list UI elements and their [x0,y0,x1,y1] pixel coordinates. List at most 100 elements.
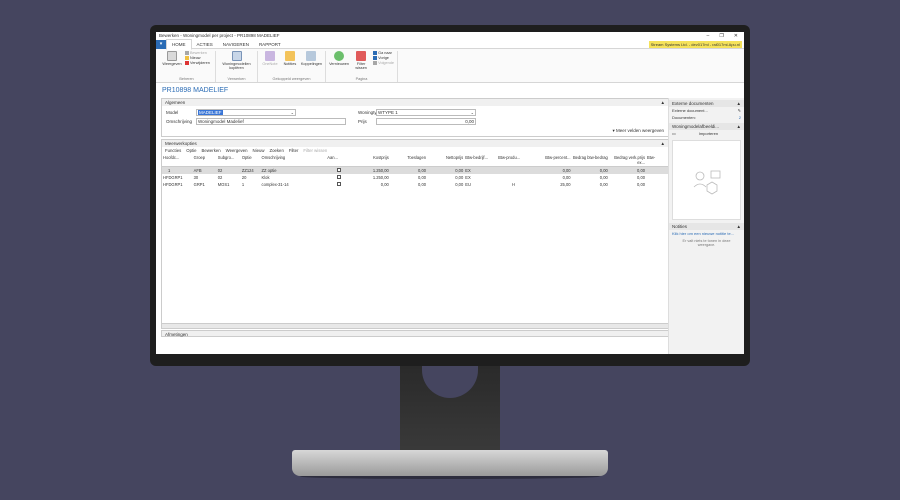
ribbon-group-pagina: Vernieuwen Filter wissen Ga naar Vorige … [326,51,398,82]
column-header[interactable]: Subgro... [216,154,241,167]
ribbon-group-gekoppeld: OneNote Notities Koppelingen Gekoppeld w… [258,51,326,82]
documents-row[interactable]: Documenten: 2 [669,114,744,121]
file-menu-button[interactable]: ▾ [156,39,166,49]
clear-filter-icon [356,51,367,61]
window-controls: – ❐ ✕ [707,32,738,40]
column-header[interactable]: Btw- [646,154,668,167]
column-header[interactable]: Nettoprijs [427,154,465,167]
minimize-button[interactable]: – [707,32,710,40]
ribbon-group-label: Verwerken [227,77,246,81]
collapse-icon[interactable]: ▲ [737,100,741,107]
tab-acties[interactable]: ACTIES [192,40,218,49]
column-header[interactable]: Bedrag verk.prijs ex... [608,154,646,167]
ext-docs-header[interactable]: Externe documenten ▲ [669,100,744,107]
checkbox[interactable] [337,181,342,186]
collapse-icon[interactable]: ▲ [661,99,665,106]
functies-menu[interactable]: Functies [165,147,181,154]
column-header[interactable]: Omschrijving [260,154,327,167]
column-header[interactable]: Btw-produ... [497,154,530,167]
meerwerk-header[interactable]: Meerwerkopties ▲ [162,140,668,147]
general-fasttab: Algemeen ▲ Model MADELIEF ⌄ Woningtype WT… [161,98,669,137]
ribbon-group-label: Pagina [355,77,368,81]
woningtype-field[interactable]: WTYPE 1 ⌄ [376,109,476,116]
tab-home[interactable]: HOME [166,38,192,50]
column-header[interactable]: Btw-bedrijf... [464,154,498,167]
column-header[interactable]: Toeslagen [389,154,427,167]
delete-button[interactable]: Verwijderen [185,61,210,65]
links-icon [306,51,317,61]
company-badge[interactable]: Stream Systems Ltd. - dev017ml - ral017m… [648,41,742,48]
optie-menu[interactable]: Optie [186,147,196,154]
ribbon: Weergeven Bewerken Nieuw Verwijderen Beh… [156,49,744,83]
ext-doc-row[interactable]: Externe document... ✎ [669,107,744,114]
search-button[interactable]: Zoeken [270,147,284,154]
column-header[interactable]: Optie [240,154,261,167]
tab-navigeren[interactable]: NAVIGEREN [218,40,254,49]
checkbox[interactable] [337,174,342,179]
model-label: Model [166,110,179,115]
ribbon-group-label: Beheren [179,77,194,81]
notes-header[interactable]: Notities ▲ [669,223,744,230]
checkbox[interactable] [337,167,342,172]
view-line-button[interactable]: Weergeven [226,147,248,154]
view-icon [167,51,177,61]
goto-icon [373,51,378,55]
table-row[interactable]: 1 AFB 02 ZZ124 ZZ optie 1.250,00 0,00 0,… [162,166,668,174]
arrow-down-icon [373,61,378,65]
afmetingen-header[interactable]: Afmetingen [161,330,669,337]
general-header[interactable]: Algemeen ▲ [162,99,668,106]
monitor-stand-base [292,450,608,476]
table-row[interactable]: HFDGRP1 30 02 20 Klok 1.250,00 0,00 0,00… [162,174,668,181]
picture-header[interactable]: Woningmodelafbeeldi... ▲ [669,123,744,130]
new-note-link[interactable]: Klik hier om een nieuwe notitie te... [669,230,744,237]
prijs-field[interactable]: 0,00 [376,118,476,125]
new-line-button[interactable]: Nieuw [253,147,265,154]
column-header[interactable]: Kostprijs [352,154,390,167]
horizontal-scrollbar[interactable] [162,323,668,328]
more-fields-link[interactable]: ▾ Meer velden weergeven [162,128,668,136]
chevron-down-icon[interactable]: ⌄ [471,110,474,115]
table-row[interactable]: HFDGRP1 GRP1 MOS1 1 complex-31-14 0,00 0… [162,181,668,188]
maximize-button[interactable]: ❐ [719,32,723,40]
model-field[interactable]: MADELIEF ⌄ [196,109,296,116]
general-fields: Model MADELIEF ⌄ Woningtype WTYPE 1 ⌄ Omsc… [162,106,668,128]
notes-icon [284,51,295,61]
chevron-down-icon[interactable]: ⌄ [291,110,294,115]
tab-rapport[interactable]: RAPPORT [254,40,286,49]
delete-icon [185,61,189,65]
column-header[interactable]: Hoofdc... [162,154,193,167]
meerwerk-table: Hoofdc... Groep Subgro... Optie Omschrij… [162,154,668,188]
filter-button[interactable]: Filter [289,147,299,154]
placeholder-icon [693,170,721,195]
column-header[interactable]: Btw-percent... [529,154,572,167]
import-button[interactable]: ▭ Importeren [669,130,744,137]
collapse-icon[interactable]: ▲ [737,123,741,130]
picture-placeholder [672,140,741,220]
column-header[interactable]: Aan... [326,154,353,167]
column-header[interactable]: Groep [192,154,217,167]
omschrijving-label: Omschrijving [166,119,193,124]
new-button[interactable]: Nieuw [185,56,210,60]
new-icon [185,56,189,60]
next-button[interactable]: Volgende [373,61,394,65]
collapse-icon[interactable]: ▲ [661,140,665,147]
collapse-icon[interactable]: ▲ [737,223,741,230]
paperclip-icon: ✎ [737,108,741,113]
close-button[interactable]: ✕ [734,32,738,40]
previous-button[interactable]: Vorige [373,56,394,60]
edit-icon [185,51,189,55]
goto-button[interactable]: Ga naar [373,51,394,55]
notes-empty-message: Er valt niets te tonen in deze weergave. [682,239,731,247]
app-window: Bewerken - Woningmodel per project - PR1… [156,32,744,354]
main-content: Algemeen ▲ Model MADELIEF ⌄ Woningtype WT… [161,98,669,354]
edit-line-button[interactable]: Bewerken [202,147,221,154]
omschrijving-field[interactable]: Woningmodel Madelief [196,118,346,125]
factbox-pane: Externe documenten ▲ Externe document...… [668,98,744,354]
woningtype-label: Woningtype [358,110,382,115]
prijs-label: Prijs [358,119,367,124]
subpage-actions: Functies Optie Bewerken Weergeven Nieuw … [162,147,668,154]
clear-filter-link[interactable]: Filter wissen [303,147,327,154]
monitor-frame: Bewerken - Woningmodel per project - PR1… [150,25,750,366]
edit-button[interactable]: Bewerken [185,51,210,55]
column-header[interactable]: Bedrag btw-bedrag [571,154,609,167]
